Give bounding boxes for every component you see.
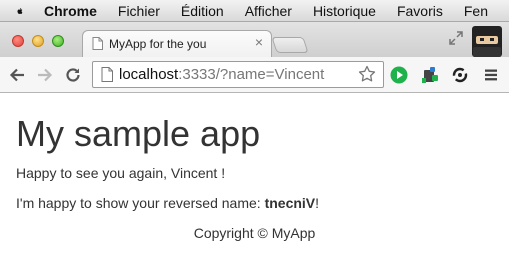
- reversed-name-suffix: !: [315, 195, 320, 211]
- page-title: My sample app: [16, 113, 261, 154]
- url-path: :3333/?name=Vincent: [178, 66, 325, 83]
- url-host: localhost: [119, 66, 179, 83]
- reversed-name-text: I'm happy to show your reversed name: tn…: [16, 195, 319, 211]
- reload-icon[interactable]: [64, 66, 82, 84]
- menu-fenetre[interactable]: Fen: [464, 3, 488, 19]
- back-arrow-icon[interactable]: [8, 66, 26, 84]
- window-minimize-button[interactable]: [32, 35, 44, 47]
- forward-arrow-icon[interactable]: [36, 66, 54, 84]
- footer-copyright: Copyright © MyApp: [193, 225, 316, 241]
- window-maximize-button[interactable]: [52, 35, 64, 47]
- new-tab-button[interactable]: [271, 37, 309, 53]
- browser-toolbar: localhost:3333/?name=Vincent: [0, 57, 509, 93]
- hamburger-menu-icon[interactable]: [482, 66, 500, 84]
- reversed-name-value: tnecniV: [264, 195, 316, 211]
- tab-title: MyApp for the you: [109, 37, 207, 51]
- tab-strip: MyApp for the you ×: [0, 22, 509, 57]
- tab-close-icon[interactable]: ×: [255, 35, 263, 49]
- tab-myapp[interactable]: MyApp for the you ×: [82, 30, 272, 57]
- page-info-icon[interactable]: [101, 67, 113, 82]
- menu-favoris[interactable]: Favoris: [397, 3, 443, 19]
- play-extension-icon[interactable]: [390, 66, 408, 84]
- reversed-name-prefix: I'm happy to show your reversed name:: [16, 195, 265, 211]
- menu-app-chrome[interactable]: Chrome: [44, 3, 97, 19]
- sync-extension-icon[interactable]: [451, 66, 469, 84]
- menu-edition[interactable]: Édition: [181, 3, 224, 19]
- ninja-avatar-icon[interactable]: [470, 25, 504, 58]
- page-content: My sample app Happy to see you again, Vi…: [0, 93, 509, 265]
- menu-afficher[interactable]: Afficher: [245, 3, 292, 19]
- apple-icon[interactable]: [16, 3, 24, 19]
- window-close-button[interactable]: [12, 35, 24, 47]
- url-text[interactable]: localhost:3333/?name=Vincent: [119, 66, 324, 83]
- puzzle-extension-icon[interactable]: [421, 66, 439, 84]
- greeting-text: Happy to see you again, Vincent !: [16, 165, 226, 181]
- star-icon[interactable]: [358, 65, 376, 83]
- menu-fichier[interactable]: Fichier: [118, 3, 160, 19]
- fullscreen-icon[interactable]: [449, 31, 463, 45]
- macos-menu-bar: Chrome Fichier Édition Afficher Historiq…: [0, 0, 509, 22]
- page-icon: [92, 37, 103, 50]
- menu-historique[interactable]: Historique: [313, 3, 376, 19]
- address-bar[interactable]: localhost:3333/?name=Vincent: [92, 61, 384, 88]
